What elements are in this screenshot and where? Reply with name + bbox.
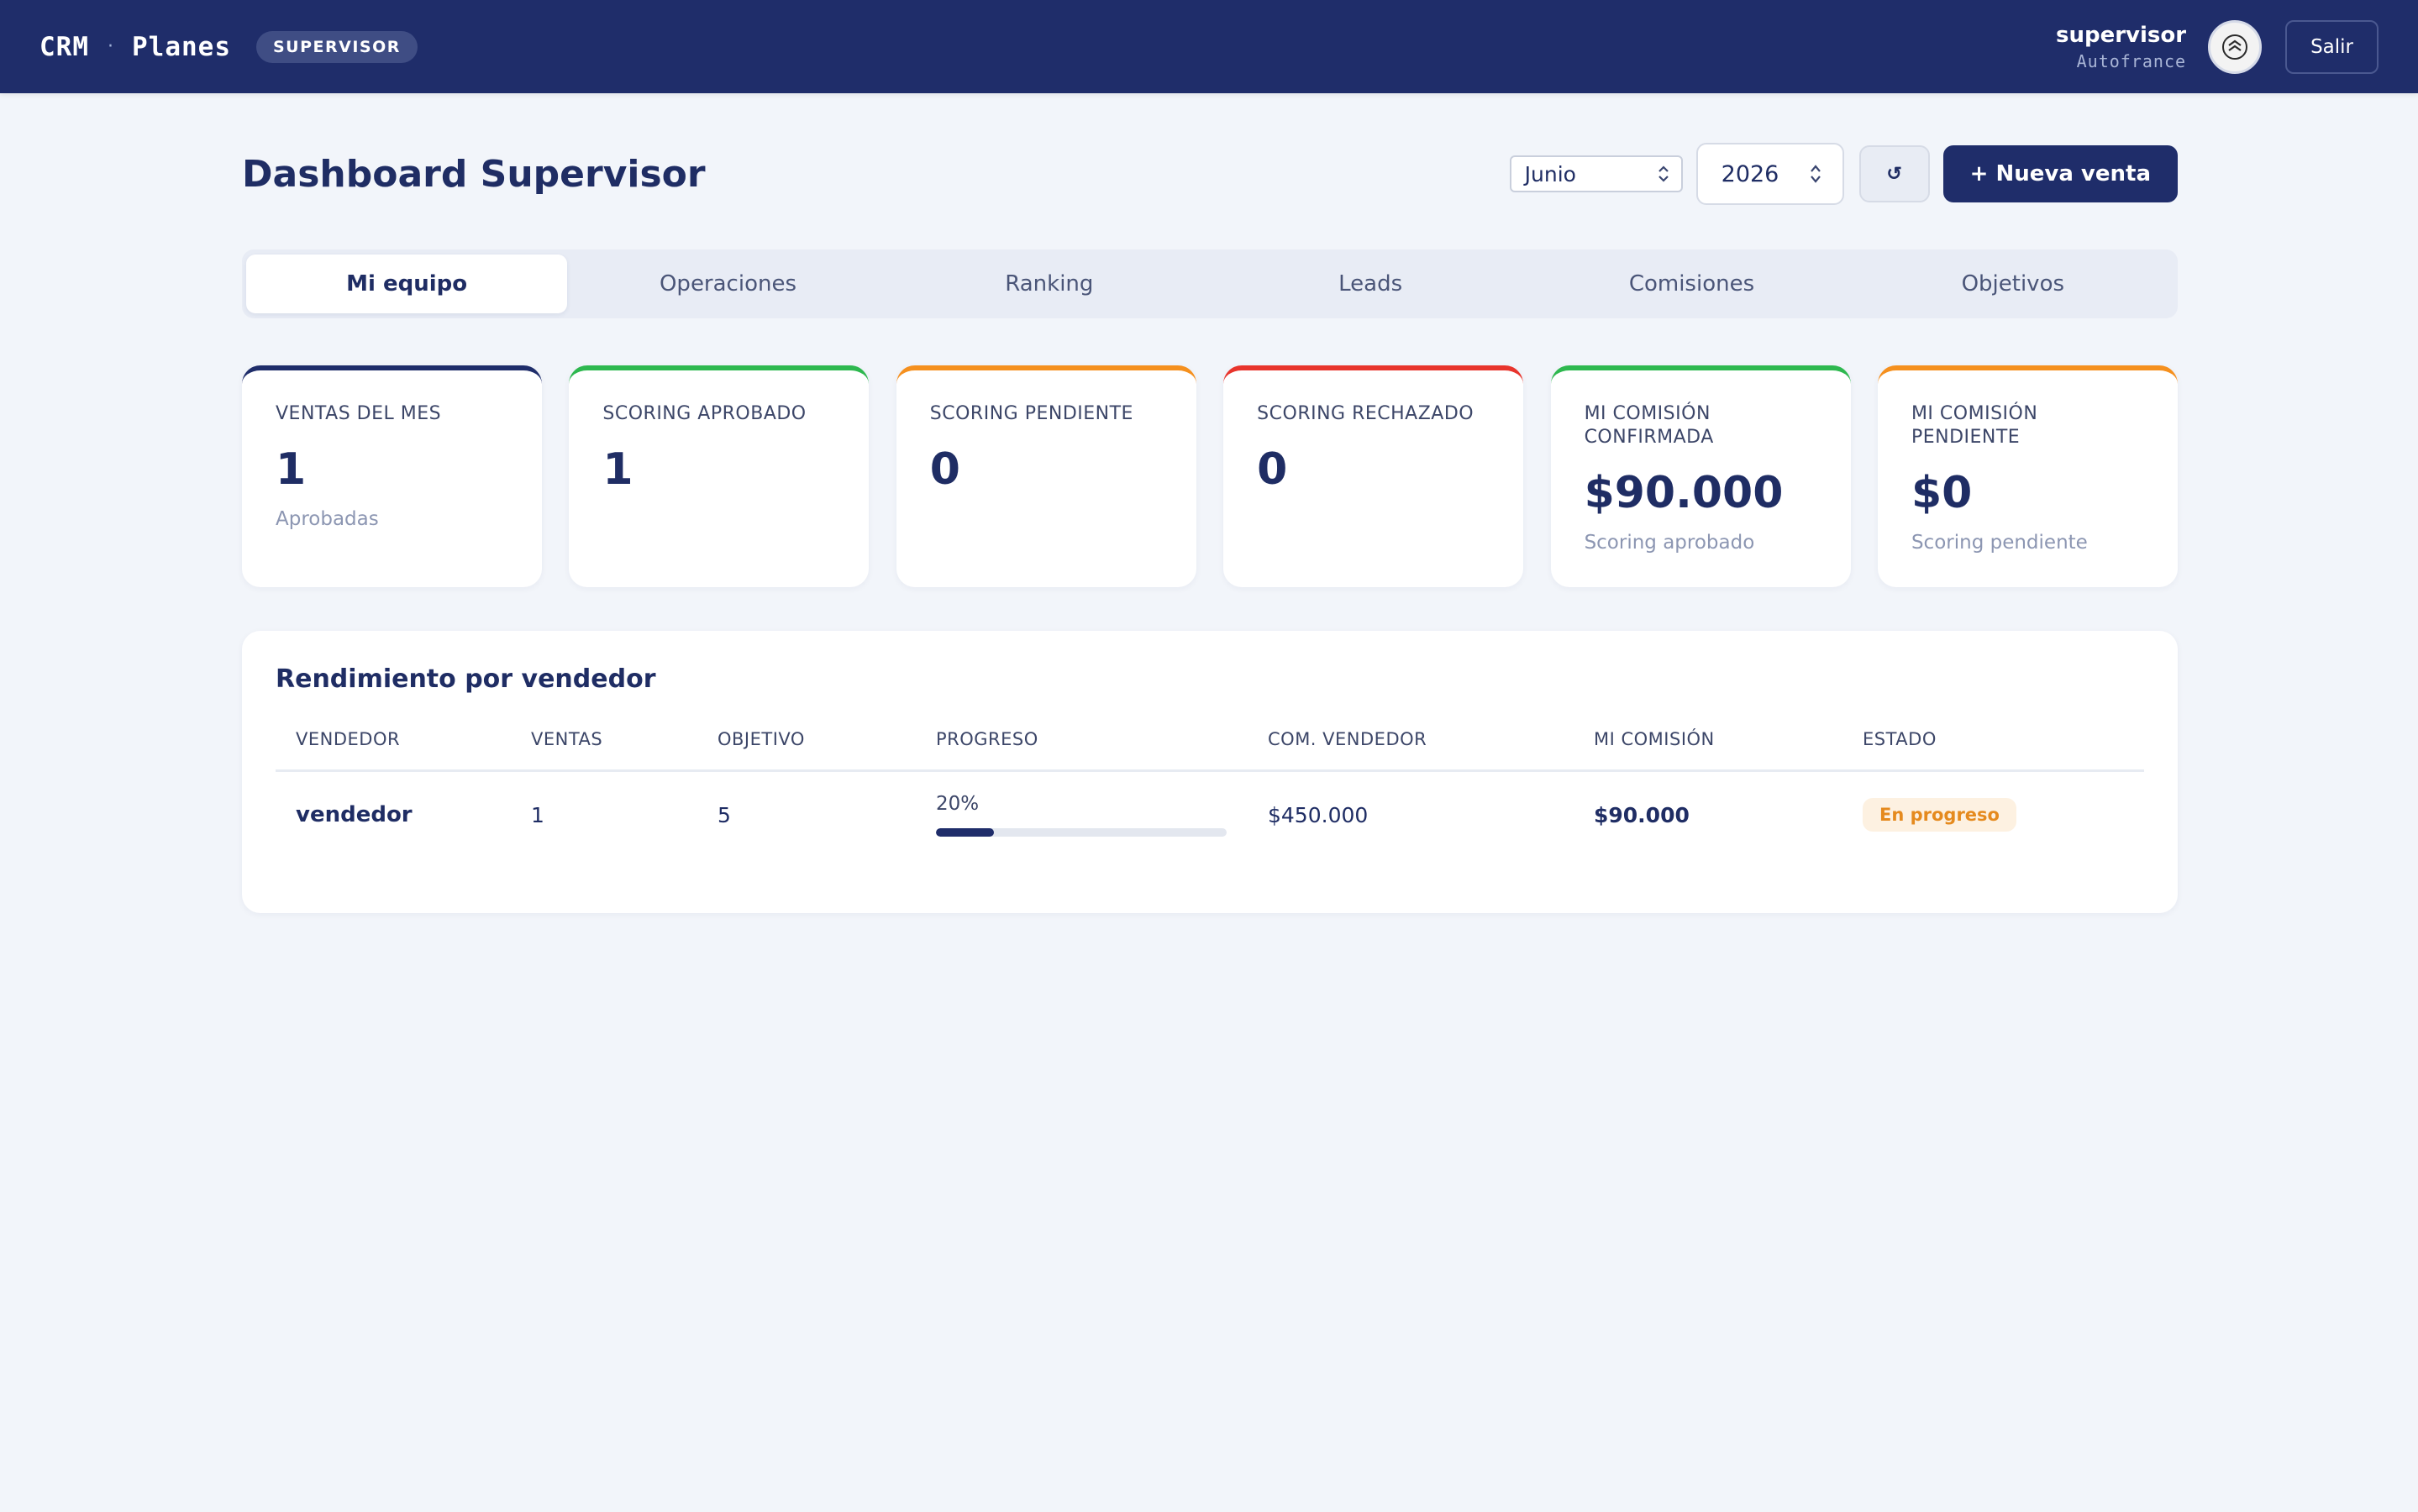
company-logo-icon: [2222, 34, 2248, 60]
stat-card-ventas-mes: VENTAS DEL MES 1 Aprobadas: [242, 365, 542, 587]
main-content: Dashboard Supervisor Junio 2026 ↺ + Nuev…: [242, 93, 2178, 913]
avatar[interactable]: [2208, 19, 2263, 74]
stat-card-comision-pendiente: MI COMISIÓN PENDIENTE $0 Scoring pendien…: [1877, 365, 2178, 587]
user-name: supervisor: [2055, 22, 2187, 48]
progress-bar-fill: [936, 828, 995, 837]
tab-ranking[interactable]: Ranking: [889, 255, 1210, 313]
panel-title: Rendimiento por vendedor: [276, 664, 656, 694]
col-estado: ESTADO: [1842, 729, 2144, 772]
progress-cell: 20%: [916, 771, 1248, 858]
card-subtitle: Scoring pendiente: [1911, 532, 2088, 554]
card-value: 1: [602, 444, 633, 495]
card-label: SCORING PENDIENTE: [929, 403, 1133, 424]
year-value: 2026: [1721, 160, 1779, 187]
page-header: Dashboard Supervisor Junio 2026 ↺ + Nuev…: [242, 93, 2178, 249]
brand-planes: Planes: [132, 31, 231, 62]
performance-table: VENDEDOR VENTAS OBJETIVO PROGRESO COM. V…: [276, 729, 2144, 858]
progress-bar: [936, 828, 1227, 837]
col-vendedor: VENDEDOR: [276, 729, 511, 772]
brand: CRM · Planes SUPERVISOR: [39, 30, 418, 63]
tab-operaciones[interactable]: Operaciones: [567, 255, 888, 313]
tab-comisiones[interactable]: Comisiones: [1531, 255, 1852, 313]
tab-mi-equipo[interactable]: Mi equipo: [246, 255, 568, 313]
role-badge: SUPERVISOR: [255, 30, 418, 63]
card-label: MI COMISIÓN CONFIRMADA: [1584, 403, 1714, 448]
col-objetivo: OBJETIVO: [697, 729, 916, 772]
logout-button[interactable]: Salir: [2285, 19, 2379, 74]
col-com-vendedor: COM. VENDEDOR: [1248, 729, 1574, 772]
page-title: Dashboard Supervisor: [242, 152, 706, 196]
table-header-row: VENDEDOR VENTAS OBJETIVO PROGRESO COM. V…: [276, 729, 2144, 772]
card-value: 0: [929, 444, 960, 495]
card-value: 1: [276, 444, 307, 495]
seller-name: vendedor: [296, 802, 413, 828]
stat-card-scoring-rechazado: SCORING RECHAZADO 0: [1223, 365, 1524, 587]
stat-card-scoring-pendiente: SCORING PENDIENTE 0: [896, 365, 1196, 587]
year-input[interactable]: 2026: [1695, 143, 1844, 205]
card-label: SCORING APROBADO: [602, 403, 807, 424]
col-mi-comision: MI COMISIÓN: [1574, 729, 1842, 772]
card-value: $90.000: [1584, 468, 1784, 518]
tab-objetivos[interactable]: Objetivos: [1853, 255, 2174, 313]
status-badge: En progreso: [1863, 798, 2016, 832]
top-navbar: CRM · Planes SUPERVISOR supervisor Autof…: [0, 0, 2418, 93]
card-subtitle: Aprobadas: [276, 508, 379, 530]
card-label: MI COMISIÓN PENDIENTE: [1911, 403, 2038, 448]
stat-card-scoring-aprobado: SCORING APROBADO 1: [569, 365, 870, 587]
my-commission: $90.000: [1594, 802, 1690, 827]
month-select[interactable]: Junio: [1509, 155, 1683, 192]
user-company: Autofrance: [2076, 50, 2187, 71]
status-cell: En progreso: [1842, 771, 2144, 858]
sales-target: 5: [718, 802, 731, 827]
refresh-icon: ↺: [1886, 163, 1902, 184]
tab-bar: Mi equipo Operaciones Ranking Leads Comi…: [242, 249, 2178, 318]
user-area: supervisor Autofrance Salir: [2056, 19, 2379, 74]
card-value: $0: [1911, 468, 1973, 518]
select-arrows-icon: [1658, 165, 1669, 183]
refresh-button[interactable]: ↺: [1858, 145, 1930, 202]
card-value: 0: [1257, 444, 1288, 495]
col-progreso: PROGRESO: [916, 729, 1248, 772]
tab-leads[interactable]: Leads: [1210, 255, 1531, 313]
brand-separator: ·: [108, 36, 113, 57]
col-ventas: VENTAS: [511, 729, 697, 772]
stat-cards: VENTAS DEL MES 1 Aprobadas SCORING APROB…: [242, 365, 2178, 587]
stat-card-comision-confirmada: MI COMISIÓN CONFIRMADA $90.000 Scoring a…: [1550, 365, 1851, 587]
new-sale-button[interactable]: + Nueva venta: [1942, 145, 2178, 202]
seller-commission: $450.000: [1268, 802, 1369, 827]
card-label: VENTAS DEL MES: [276, 403, 442, 424]
brand-crm: CRM: [39, 31, 89, 62]
table-row: vendedor 1 5 20% $450.000 $90.000 En pro…: [276, 771, 2144, 858]
card-label: SCORING RECHAZADO: [1257, 403, 1474, 424]
month-value: Junio: [1524, 161, 1576, 186]
performance-panel: Rendimiento por vendedor VENDEDOR VENTAS…: [242, 631, 2178, 913]
user-info: supervisor Autofrance: [2056, 23, 2186, 71]
sales-count: 1: [531, 802, 544, 827]
card-subtitle: Scoring aprobado: [1584, 532, 1755, 554]
header-controls: Junio 2026 ↺ + Nueva venta: [1509, 143, 2178, 205]
progress-percent: 20%: [936, 793, 980, 816]
number-spinner-icon[interactable]: [1809, 163, 1822, 185]
